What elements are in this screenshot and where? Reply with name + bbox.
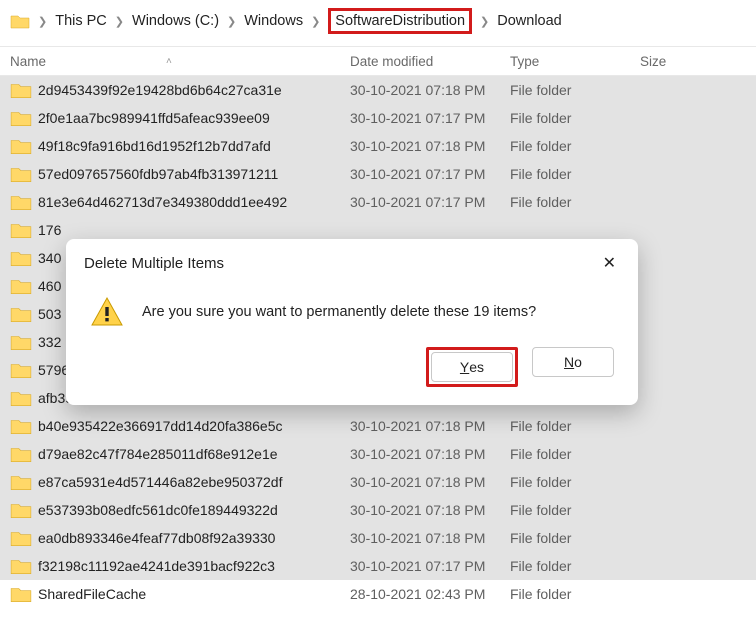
file-date: 30-10-2021 07:18 PM (350, 138, 510, 154)
chevron-right-icon: ❯ (115, 15, 124, 28)
folder-icon (10, 445, 32, 463)
folder-icon (10, 473, 32, 491)
file-name: d79ae82c47f784e285011df68e912e1e (38, 446, 350, 462)
file-name: b40e935422e366917dd14d20fa386e5c (38, 418, 350, 434)
file-name: ea0db893346e4feaf77db08f92a39330 (38, 530, 350, 546)
file-name: 57ed097657560fdb97ab4fb313971211 (38, 166, 350, 182)
yes-button-highlight: Yes (426, 347, 518, 387)
file-type: File folder (510, 446, 640, 462)
file-date: 30-10-2021 07:18 PM (350, 474, 510, 490)
folder-icon (10, 529, 32, 547)
no-underline: N (564, 354, 574, 370)
delete-dialog: Delete Multiple Items ✕ Are you sure you… (66, 239, 638, 405)
file-type: File folder (510, 586, 640, 602)
file-date: 30-10-2021 07:18 PM (350, 82, 510, 98)
file-type: File folder (510, 474, 640, 490)
table-row[interactable]: 81e3e64d462713d7e349380ddd1ee49230-10-20… (0, 188, 756, 216)
yes-button[interactable]: Yes (431, 352, 513, 382)
file-name: e537393b08edfc561dc0fe189449322d (38, 502, 350, 518)
dialog-message: Are you sure you want to permanently del… (142, 304, 536, 320)
table-row[interactable]: e87ca5931e4d571446a82ebe950372df30-10-20… (0, 468, 756, 496)
folder-icon (10, 109, 32, 127)
table-row[interactable]: ea0db893346e4feaf77db08f92a3933030-10-20… (0, 524, 756, 552)
breadcrumb-item[interactable]: Windows (244, 13, 303, 29)
header-type[interactable]: Type (510, 54, 640, 69)
file-type: File folder (510, 82, 640, 98)
file-type: File folder (510, 194, 640, 210)
file-type: File folder (510, 418, 640, 434)
breadcrumb-item[interactable]: Windows (C:) (132, 13, 219, 29)
breadcrumb-item[interactable]: This PC (55, 13, 107, 29)
table-row[interactable]: f32198c11192ae4241de391bacf922c330-10-20… (0, 552, 756, 580)
folder-icon (10, 557, 32, 575)
folder-icon (10, 165, 32, 183)
breadcrumb-item-highlighted[interactable]: SoftwareDistribution (328, 8, 472, 34)
yes-underline: Y (460, 359, 469, 375)
table-row[interactable]: 2d9453439f92e19428bd6b64c27ca31e30-10-20… (0, 76, 756, 104)
file-name: e87ca5931e4d571446a82ebe950372df (38, 474, 350, 490)
chevron-right-icon: ❯ (38, 15, 47, 28)
table-row[interactable]: e537393b08edfc561dc0fe189449322d30-10-20… (0, 496, 756, 524)
folder-icon (10, 81, 32, 99)
file-type: File folder (510, 502, 640, 518)
folder-icon (10, 221, 32, 239)
file-name: 49f18c9fa916bd16d1952f12b7dd7afd (38, 138, 350, 154)
file-type: File folder (510, 166, 640, 182)
file-date: 30-10-2021 07:17 PM (350, 558, 510, 574)
no-rest: o (574, 354, 582, 370)
file-date: 30-10-2021 07:17 PM (350, 110, 510, 126)
folder-icon (10, 361, 32, 379)
table-row[interactable]: 57ed097657560fdb97ab4fb31397121130-10-20… (0, 160, 756, 188)
folder-icon (10, 277, 32, 295)
file-date: 30-10-2021 07:18 PM (350, 446, 510, 462)
file-type: File folder (510, 110, 640, 126)
file-name: 176 (38, 222, 350, 238)
folder-icon (10, 585, 32, 603)
close-icon[interactable]: ✕ (595, 249, 624, 277)
folder-icon (10, 249, 32, 267)
header-name[interactable]: Name ˄ (10, 54, 350, 69)
file-date: 30-10-2021 07:17 PM (350, 166, 510, 182)
dialog-title: Delete Multiple Items (84, 255, 224, 272)
file-name: SharedFileCache (38, 586, 350, 602)
file-name: 2f0e1aa7bc989941ffd5afeac939ee09 (38, 110, 350, 126)
folder-icon (10, 333, 32, 351)
file-name: 2d9453439f92e19428bd6b64c27ca31e (38, 82, 350, 98)
file-type: File folder (510, 558, 640, 574)
table-row[interactable]: d79ae82c47f784e285011df68e912e1e30-10-20… (0, 440, 756, 468)
breadcrumb[interactable]: ❯ This PC ❯ Windows (C:) ❯ Windows ❯ Sof… (0, 0, 756, 46)
table-row[interactable]: SharedFileCache28-10-2021 02:43 PMFile f… (0, 580, 756, 608)
folder-icon (10, 501, 32, 519)
folder-icon (10, 417, 32, 435)
file-date: 30-10-2021 07:18 PM (350, 418, 510, 434)
table-row[interactable]: 2f0e1aa7bc989941ffd5afeac939ee0930-10-20… (0, 104, 756, 132)
table-row[interactable]: 49f18c9fa916bd16d1952f12b7dd7afd30-10-20… (0, 132, 756, 160)
file-date: 30-10-2021 07:17 PM (350, 194, 510, 210)
header-date[interactable]: Date modified (350, 54, 510, 69)
header-size[interactable]: Size (640, 54, 746, 69)
yes-rest: es (469, 359, 484, 375)
folder-icon (10, 13, 30, 29)
file-type: File folder (510, 138, 640, 154)
breadcrumb-item[interactable]: Download (497, 13, 562, 29)
folder-icon (10, 305, 32, 323)
no-button[interactable]: No (532, 347, 614, 377)
folder-icon (10, 389, 32, 407)
sort-caret-icon: ˄ (166, 56, 172, 67)
file-date: 30-10-2021 07:18 PM (350, 530, 510, 546)
column-headers: Name ˄ Date modified Type Size (0, 46, 756, 76)
chevron-right-icon: ❯ (311, 15, 320, 28)
file-date: 30-10-2021 07:18 PM (350, 502, 510, 518)
file-name: 81e3e64d462713d7e349380ddd1ee492 (38, 194, 350, 210)
table-row[interactable]: b40e935422e366917dd14d20fa386e5c30-10-20… (0, 412, 756, 440)
chevron-right-icon: ❯ (227, 15, 236, 28)
folder-icon (10, 193, 32, 211)
file-name: f32198c11192ae4241de391bacf922c3 (38, 558, 350, 574)
chevron-right-icon: ❯ (480, 15, 489, 28)
warning-icon (90, 295, 124, 329)
file-date: 28-10-2021 02:43 PM (350, 586, 510, 602)
file-type: File folder (510, 530, 640, 546)
folder-icon (10, 137, 32, 155)
